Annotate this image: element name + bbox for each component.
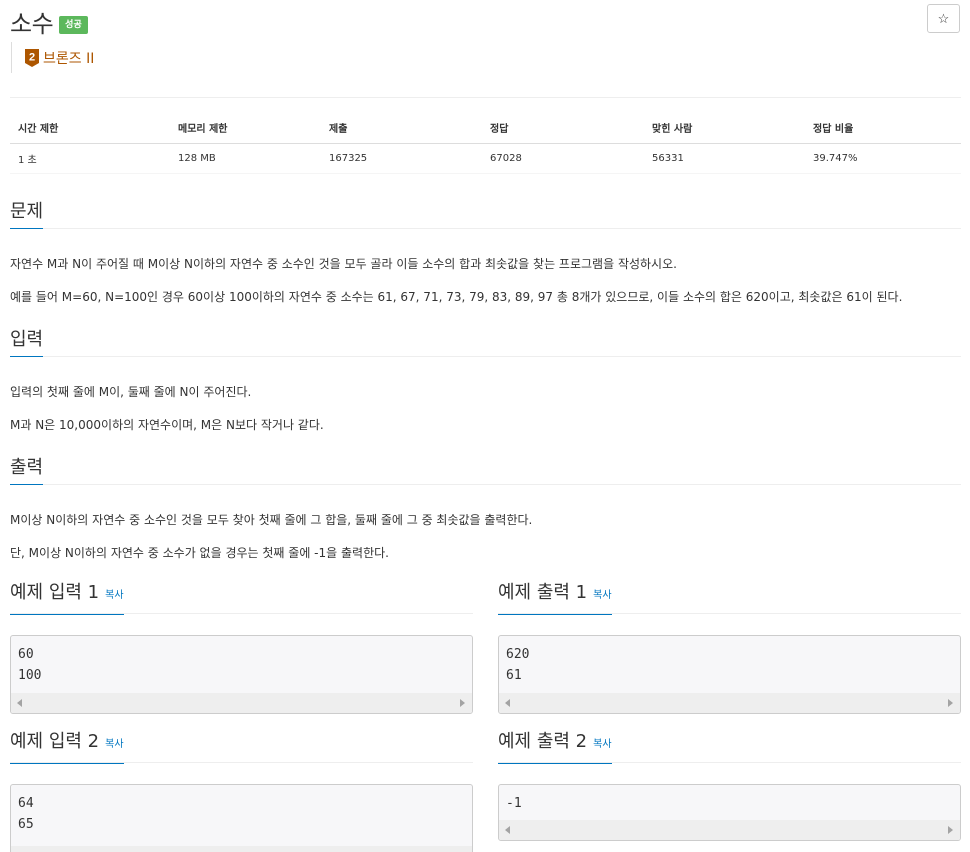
header-accepted: 정답 [482,113,644,144]
scroll-right-arrow-icon[interactable] [460,699,465,707]
header-accept-ratio: 정답 비율 [805,113,961,144]
scroll-right-arrow-icon[interactable] [948,826,953,834]
sample-output-1-title: 예제 출력 1 [498,582,588,603]
sample-input-1-header: 예제 입력 1 복사 [10,582,473,615]
sample-input-1-content: 60 100 [18,647,42,683]
value-time-limit: 1 초 [10,143,170,174]
copy-sample-input-1-button[interactable]: 복사 [105,590,123,601]
output-header: 출력 [10,457,961,485]
input-paragraph-1: 입력의 첫째 줄에 M이, 둘째 줄에 N이 주어진다. [10,385,252,399]
input-paragraph-2: M과 N은 10,000이하의 자연수이며, M은 N보다 작거나 같다. [10,418,324,432]
header-time-limit: 시간 제한 [10,113,170,144]
tier-label[interactable]: 브론즈 II [43,48,94,68]
horizontal-scrollbar[interactable] [499,693,960,713]
sample-output-2-title: 예제 출력 2 [498,731,588,752]
description-title: 문제 [10,201,44,229]
output-paragraph-2: 단, M이상 N이하의 자연수 중 소수가 없을 경우는 첫째 줄에 -1을 출… [10,546,389,560]
value-submissions: 167325 [321,143,482,174]
copy-sample-output-2-button[interactable]: 복사 [593,739,611,750]
sample-output-2-title-wrap: 예제 출력 2 복사 [498,731,612,764]
scroll-right-arrow-icon[interactable] [948,699,953,707]
sample-input-1-title-wrap: 예제 입력 1 복사 [10,582,124,615]
horizontal-scrollbar[interactable] [499,820,960,840]
description-paragraph-1: 자연수 M과 N이 주어질 때 M이상 N이하의 자연수 중 소수인 것을 모두… [10,257,677,271]
description-header: 문제 [10,201,961,229]
sample-input-2-content: 64 65 [18,796,34,832]
sample-output-2-box[interactable]: -1 [498,784,961,841]
output-title: 출력 [10,457,44,485]
tier-row: 2 브론즈 II [11,42,94,73]
value-accepted: 67028 [482,143,644,174]
star-icon: ☆ [937,10,950,26]
sample-input-1-box[interactable]: 60 100 [10,635,473,714]
title-row: 소수 성공 [10,4,88,39]
header-submissions: 제출 [321,113,482,144]
value-memory-limit: 128 MB [170,143,321,174]
copy-sample-output-1-button[interactable]: 복사 [593,590,611,601]
problem-title: 소수 [10,10,54,38]
problem-info-table: 시간 제한 메모리 제한 제출 정답 맞힌 사람 정답 비율 1 초 128 M… [10,113,961,174]
output-paragraph-1: M이상 N이하의 자연수 중 소수인 것을 모두 찾아 첫째 줄에 그 합을, … [10,513,533,527]
value-accept-ratio: 39.747% [805,143,961,174]
table-row: 1 초 128 MB 167325 67028 56331 39.747% [10,143,961,174]
divider [10,97,961,98]
sample-input-1-title: 예제 입력 1 [10,582,100,603]
sample-input-2-title: 예제 입력 2 [10,731,100,752]
status-badge: 성공 [59,15,88,34]
copy-sample-input-2-button[interactable]: 복사 [105,739,123,750]
header-solved-users: 맞힌 사람 [644,113,805,144]
sample-input-2-header: 예제 입력 2 복사 [10,731,473,764]
input-title: 입력 [10,329,44,357]
scroll-left-arrow-icon[interactable] [505,699,510,707]
sample-output-2-content: -1 [506,796,522,811]
table-header-row: 시간 제한 메모리 제한 제출 정답 맞힌 사람 정답 비율 [10,113,961,144]
header-memory-limit: 메모리 제한 [170,113,321,144]
input-header: 입력 [10,329,961,357]
horizontal-scrollbar[interactable] [11,846,472,852]
value-solved-users: 56331 [644,143,805,174]
sample-output-1-box[interactable]: 620 61 [498,635,961,714]
sample-input-2-title-wrap: 예제 입력 2 복사 [10,731,124,764]
tier-level: 2 [29,51,35,63]
scroll-left-arrow-icon[interactable] [505,826,510,834]
description-paragraph-2: 예를 들어 M=60, N=100인 경우 60이상 100이하의 자연수 중 … [10,290,903,304]
sample-input-2-box[interactable]: 64 65 [10,784,473,852]
horizontal-scrollbar[interactable] [11,693,472,713]
sample-output-1-title-wrap: 예제 출력 1 복사 [498,582,612,615]
favorite-button[interactable]: ☆ [927,4,960,33]
sample-output-1-header: 예제 출력 1 복사 [498,582,961,615]
scroll-left-arrow-icon[interactable] [17,699,22,707]
bronze-tier-icon: 2 [25,48,39,67]
sample-output-1-content: 620 61 [506,647,530,683]
sample-output-2-header: 예제 출력 2 복사 [498,731,961,764]
